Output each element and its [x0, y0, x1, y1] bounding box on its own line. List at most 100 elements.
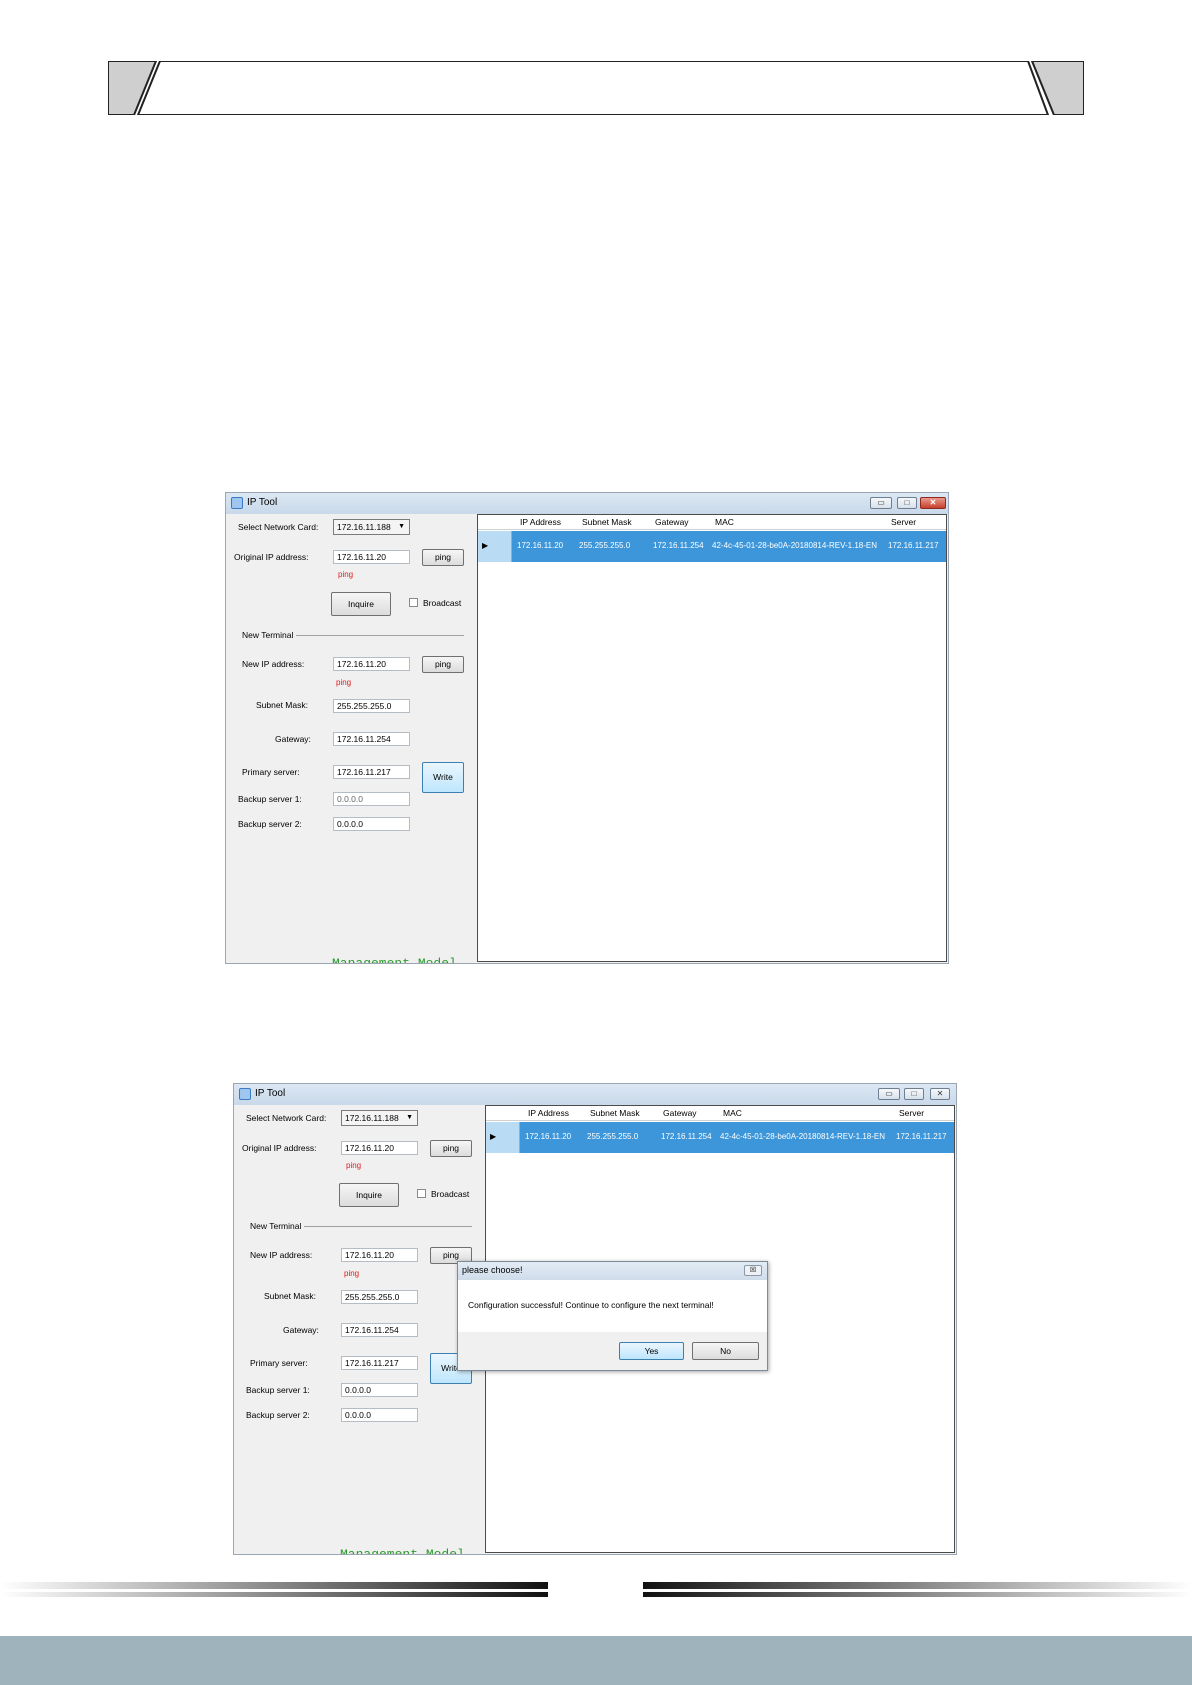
- broadcast-label: Broadcast: [423, 598, 462, 608]
- terminal-table[interactable]: IP Address Subnet Mask Gateway MAC Serve…: [477, 514, 947, 962]
- new-ip-input[interactable]: 172.16.11.20: [333, 657, 410, 671]
- original-ip-label: Original IP address:: [234, 552, 309, 562]
- col-gateway[interactable]: Gateway: [655, 517, 689, 527]
- gateway-label: Gateway:: [275, 734, 311, 744]
- backup-server-1-label: Backup server 1:: [246, 1385, 310, 1395]
- close-button[interactable]: ✕: [920, 497, 946, 509]
- ping-new-button[interactable]: ping: [422, 656, 464, 673]
- primary-server-input[interactable]: 172.16.11.217: [341, 1356, 418, 1370]
- management-model-label: Management Model: [332, 956, 457, 964]
- new-ip-label: New IP address:: [242, 659, 305, 669]
- ping-original-button[interactable]: ping: [430, 1140, 472, 1157]
- cell-gateway: 172.16.11.254: [653, 541, 704, 550]
- cell-mac: 42-4c-45-01-28-be0A-20180814-REV-1.18-EN: [720, 1132, 885, 1141]
- new-terminal-label: New Terminal: [250, 1221, 302, 1231]
- minimize-button[interactable]: ▭: [870, 497, 892, 509]
- subnet-mask-label: Subnet Mask:: [256, 700, 308, 710]
- broadcast-label: Broadcast: [431, 1189, 470, 1199]
- primary-server-label: Primary server:: [242, 767, 300, 777]
- cell-server: 172.16.11.217: [896, 1132, 947, 1141]
- backup-server-1-label: Backup server 1:: [238, 794, 302, 804]
- cell-server: 172.16.11.217: [888, 541, 939, 550]
- subnet-mask-label: Subnet Mask:: [264, 1291, 316, 1301]
- col-gateway[interactable]: Gateway: [663, 1108, 697, 1118]
- col-ip-address[interactable]: IP Address: [528, 1108, 569, 1118]
- ip-tool-window-with-dialog: IP Tool ▭ □ ✕ Select Network Card: 172.1…: [233, 1083, 957, 1555]
- table-header: IP Address Subnet Mask Gateway MAC Serve…: [486, 1106, 954, 1121]
- subnet-mask-input[interactable]: 255.255.255.0: [341, 1290, 418, 1304]
- ping-original-button[interactable]: ping: [422, 549, 464, 566]
- original-ip-input[interactable]: 172.16.11.20: [341, 1141, 418, 1155]
- group-divider: [304, 1226, 472, 1227]
- inquire-button[interactable]: Inquire: [339, 1183, 399, 1207]
- backup-server-1-input[interactable]: 0.0.0.0: [341, 1383, 418, 1397]
- backup-server-2-input[interactable]: 0.0.0.0: [341, 1408, 418, 1422]
- title-bar: IP Tool ▭ □ ✕: [226, 493, 948, 514]
- backup-server-1-input[interactable]: 0.0.0.0: [333, 792, 410, 806]
- chevron-down-icon: ▼: [406, 1114, 413, 1121]
- no-button[interactable]: No: [692, 1342, 759, 1360]
- col-ip-address[interactable]: IP Address: [520, 517, 561, 527]
- app-icon: [231, 497, 243, 509]
- new-ping-status: ping: [344, 1269, 360, 1278]
- new-ip-label: New IP address:: [250, 1250, 313, 1260]
- settings-panel: Select Network Card: 172.16.11.188 ▼ Ori…: [236, 1105, 482, 1555]
- backup-server-2-label: Backup server 2:: [238, 819, 302, 829]
- new-terminal-label: New Terminal: [242, 630, 294, 640]
- row-selector[interactable]: ▶: [486, 1122, 520, 1153]
- col-server[interactable]: Server: [899, 1108, 924, 1118]
- table-row[interactable]: ▶ 172.16.11.20 255.255.255.0 172.16.11.2…: [486, 1122, 954, 1153]
- management-model-label: Management Model: [340, 1547, 465, 1555]
- original-ip-input[interactable]: 172.16.11.20: [333, 550, 410, 564]
- dialog-close-button[interactable]: ☒: [744, 1265, 762, 1276]
- original-ping-status: ping: [338, 570, 354, 579]
- group-divider: [296, 635, 464, 636]
- col-subnet-mask[interactable]: Subnet Mask: [582, 517, 632, 527]
- title-bar: IP Tool ▭ □ ✕: [234, 1084, 956, 1105]
- new-ip-input[interactable]: 172.16.11.20: [341, 1248, 418, 1262]
- page-header-banner: [108, 61, 1084, 115]
- cell-mac: 42-4c-45-01-28-be0A-20180814-REV-1.18-EN: [712, 541, 877, 550]
- window-title: IP Tool: [247, 497, 278, 508]
- col-mac[interactable]: MAC: [715, 517, 734, 527]
- col-mac[interactable]: MAC: [723, 1108, 742, 1118]
- dialog-button-bar: Yes No: [458, 1332, 767, 1370]
- cell-gateway: 172.16.11.254: [661, 1132, 712, 1141]
- primary-server-input[interactable]: 172.16.11.217: [333, 765, 410, 779]
- table-row[interactable]: ▶ 172.16.11.20 255.255.255.0 172.16.11.2…: [478, 531, 946, 562]
- dialog-title: please choose!: [462, 1265, 523, 1275]
- close-button[interactable]: ✕: [930, 1088, 950, 1100]
- col-server[interactable]: Server: [891, 517, 916, 527]
- col-subnet-mask[interactable]: Subnet Mask: [590, 1108, 640, 1118]
- inquire-button[interactable]: Inquire: [331, 592, 391, 616]
- primary-server-label: Primary server:: [250, 1358, 308, 1368]
- chevron-down-icon: ▼: [398, 523, 405, 530]
- gateway-label: Gateway:: [283, 1325, 319, 1335]
- dialog-title-bar: please choose! ☒: [458, 1262, 767, 1280]
- row-pointer-icon: ▶: [490, 1132, 497, 1141]
- cell-subnet-mask: 255.255.255.0: [587, 1132, 639, 1141]
- row-pointer-icon: ▶: [482, 541, 489, 550]
- subnet-mask-input[interactable]: 255.255.255.0: [333, 699, 410, 713]
- window-title: IP Tool: [255, 1088, 286, 1099]
- footer-bar: [0, 1636, 1192, 1685]
- network-card-value: 172.16.11.188: [337, 522, 391, 532]
- cell-ip-address: 172.16.11.20: [525, 1132, 572, 1141]
- yes-button[interactable]: Yes: [619, 1342, 684, 1360]
- network-card-value: 172.16.11.188: [345, 1113, 399, 1123]
- gateway-input[interactable]: 172.16.11.254: [333, 732, 410, 746]
- broadcast-checkbox[interactable]: [417, 1189, 426, 1198]
- broadcast-checkbox[interactable]: [409, 598, 418, 607]
- maximize-button[interactable]: □: [897, 497, 917, 509]
- cell-ip-address: 172.16.11.20: [517, 541, 564, 550]
- network-card-select[interactable]: 172.16.11.188 ▼: [341, 1110, 418, 1126]
- gateway-input[interactable]: 172.16.11.254: [341, 1323, 418, 1337]
- settings-panel: Select Network Card: 172.16.11.188 ▼ Ori…: [228, 514, 474, 964]
- write-button[interactable]: Write: [422, 762, 464, 793]
- backup-server-2-input[interactable]: 0.0.0.0: [333, 817, 410, 831]
- minimize-button[interactable]: ▭: [878, 1088, 900, 1100]
- ip-tool-window: IP Tool ▭ □ ✕ Select Network Card: 172.1…: [225, 492, 949, 964]
- row-selector[interactable]: ▶: [478, 531, 512, 562]
- network-card-select[interactable]: 172.16.11.188 ▼: [333, 519, 410, 535]
- maximize-button[interactable]: □: [904, 1088, 924, 1100]
